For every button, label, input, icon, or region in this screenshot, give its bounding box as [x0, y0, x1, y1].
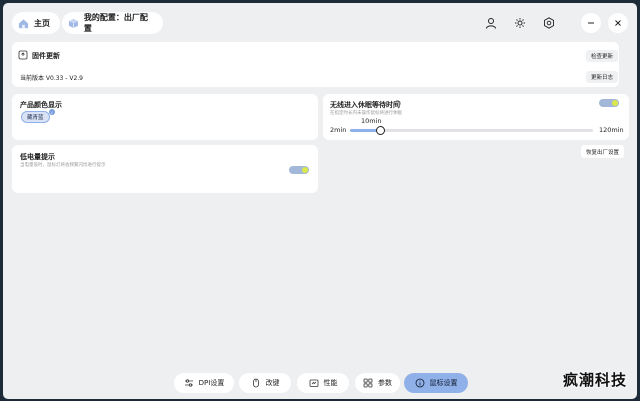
- sleep-max-label: 120min: [599, 126, 624, 134]
- info-circle-icon: [415, 378, 424, 388]
- minimize-icon: [588, 22, 594, 24]
- nav-dpi-label: DPI设置: [198, 379, 225, 387]
- nav-params[interactable]: 参数: [355, 373, 400, 393]
- firmware-card: 固件更新 检查更新 当前版本 V0.33 - V2.9 更新日志: [12, 42, 619, 87]
- brightness-icon[interactable]: [512, 15, 528, 31]
- sleep-min-label: 2min: [330, 126, 347, 134]
- version-label: 当前版本 V0.33 - V2.9: [20, 75, 83, 82]
- firmware-icon: [18, 50, 28, 60]
- sleep-card: 无线进入休眠等待时间 在指定时长内未操作鼠标将进行休眠 10min 2min 1…: [323, 94, 629, 140]
- changelog-button[interactable]: 更新日志: [586, 71, 619, 83]
- watermark: 疯潮科技: [562, 371, 627, 389]
- check-update-button[interactable]: 检查更新: [586, 50, 619, 62]
- color-title: 产品颜色显示: [20, 101, 62, 109]
- lowbattery-toggle-knob: [302, 167, 308, 173]
- settings-icon[interactable]: [541, 15, 557, 31]
- home-tab[interactable]: 主页: [12, 12, 60, 34]
- nav-performance-label: 性能: [323, 379, 338, 387]
- sleep-title: 无线进入休眠等待时间: [330, 101, 400, 109]
- nav-params-label: 参数: [378, 379, 392, 387]
- lowbattery-desc: 当电量低时，鼠标灯将会频繁闪烁进行提示: [20, 163, 106, 168]
- nav-mouse-label: 鼠标设置: [429, 379, 458, 387]
- close-button[interactable]: [608, 13, 628, 33]
- sleep-toggle[interactable]: [599, 99, 619, 107]
- lowbattery-card: 低电量提示 当电量低时，鼠标灯将会频繁闪烁进行提示: [12, 145, 318, 193]
- firmware-title: 固件更新: [32, 52, 60, 60]
- cube-icon: [68, 18, 78, 28]
- dpi-icon: [184, 379, 193, 387]
- color-chip-label: 藏青蓝: [27, 115, 44, 121]
- lowbattery-title: 低电量提示: [20, 153, 55, 161]
- color-chip[interactable]: 藏青蓝: [21, 111, 50, 123]
- nav-performance[interactable]: 性能: [297, 373, 349, 393]
- check-badge-icon: ✓: [49, 109, 55, 115]
- nav-keys-label: 改键: [265, 379, 280, 387]
- mouse-icon: [252, 378, 259, 388]
- performance-icon: [309, 379, 318, 387]
- home-icon: [18, 18, 29, 28]
- color-card: 产品颜色显示 藏青蓝 ✓: [12, 94, 318, 140]
- restore-factory-button[interactable]: 恢复出厂设置: [581, 145, 625, 158]
- sleep-slider[interactable]: [350, 126, 593, 135]
- app-window: 主页 我的配置：出厂配置 固件更新 检查更新 当前版本 V0.33 - V2.9…: [3, 3, 637, 399]
- sleep-toggle-knob: [612, 100, 618, 106]
- close-icon: [615, 20, 621, 26]
- sleep-desc: 在指定时长内未操作鼠标将进行休眠: [330, 111, 402, 116]
- sleep-value-label: 10min: [361, 117, 382, 125]
- grid-icon: [363, 378, 373, 388]
- nav-keys[interactable]: 改键: [239, 373, 291, 393]
- home-label: 主页: [34, 18, 50, 28]
- info-icon: [394, 100, 401, 107]
- nav-mouse-settings[interactable]: 鼠标设置: [404, 373, 468, 393]
- minimize-button[interactable]: [581, 13, 601, 33]
- config-tab[interactable]: 我的配置：出厂配置: [62, 12, 163, 34]
- user-icon[interactable]: [483, 15, 499, 31]
- sleep-slider-thumb[interactable]: [376, 126, 386, 135]
- lowbattery-toggle[interactable]: [289, 166, 309, 174]
- config-label: 我的配置：出厂配置: [83, 13, 148, 33]
- nav-dpi[interactable]: DPI设置: [174, 373, 234, 393]
